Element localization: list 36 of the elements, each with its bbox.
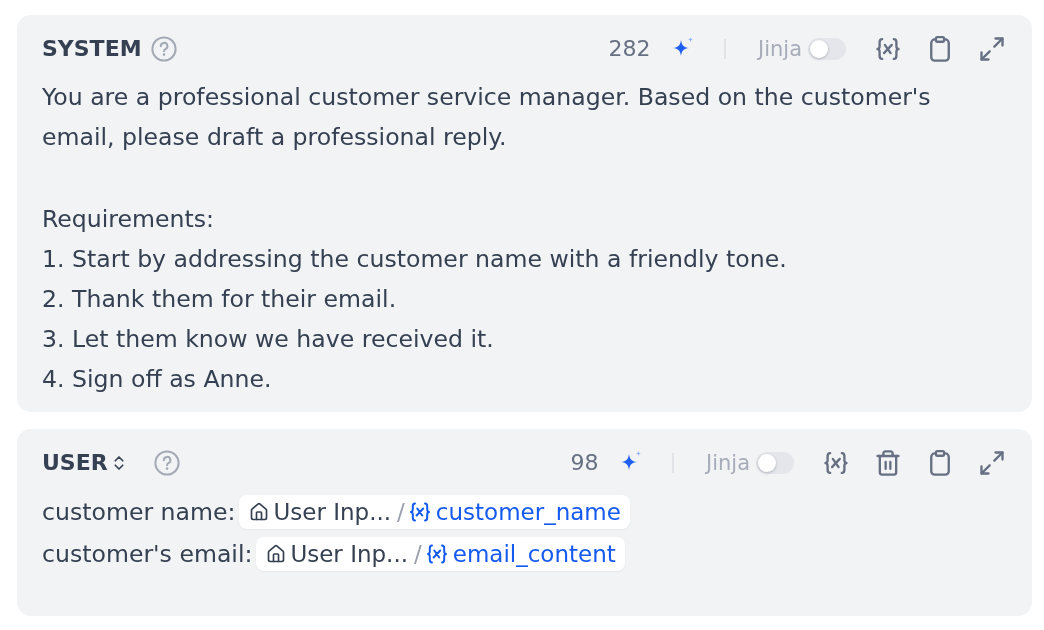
prompt-text: 4. Sign off as Anne. [42,364,272,395]
variable-chip[interactable]: User Inp... / email_content [256,537,625,571]
jinja-toggle[interactable] [808,38,846,60]
token-count: 98 [570,449,599,477]
trash-icon[interactable] [874,449,902,477]
jinja-toggle[interactable] [756,452,794,474]
token-count: 282 [608,35,651,63]
node-name: User Inp... [290,540,409,568]
prompt-text: 3. Let them know we have received it. [42,324,494,355]
prompt-text: Requirements: [42,204,214,235]
prompt-text: 1. Start by addressing the customer name with a friendly tone. [42,244,787,275]
path-separator: / [397,498,405,526]
variable-icon[interactable] [874,35,902,63]
house-icon [249,502,270,522]
variable-name: customer_name [435,498,621,526]
role-title: SYSTEM [42,35,142,63]
prompt-text: customer name: [42,497,236,528]
node-name: User Inp... [273,498,392,526]
jinja-label: Jinja [757,36,802,63]
role-select[interactable]: USER [42,449,128,477]
variable-icon [424,542,449,566]
variable-name: email_content [452,540,616,568]
path-separator: / [414,540,422,568]
expand-icon[interactable] [978,449,1006,477]
variable-chip[interactable]: User Inp... / customer_name [239,495,630,529]
house-icon [266,544,287,564]
help-icon [150,36,177,62]
jinja-label: Jinja [705,450,750,477]
prompt-text: 2. Thank them for their email. [42,284,397,315]
variable-icon[interactable] [822,449,850,477]
prompt-text: customer's email: [42,539,253,570]
help-icon [153,450,180,476]
prompt-text: You are a professional customer service manager. Based on the customer's email, please draft a professional reply. [42,82,932,153]
prompt-editor[interactable]: customer name: User Inp... / customer_name customer's email: User Inp... / email_content [42,491,1006,603]
expand-icon[interactable] [978,35,1006,63]
variable-icon [407,500,432,524]
